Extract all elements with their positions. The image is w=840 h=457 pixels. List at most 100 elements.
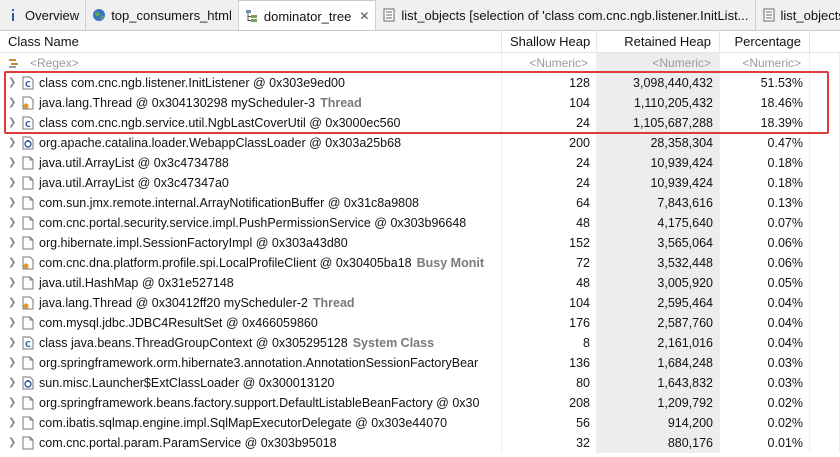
shallow-heap-cell: 56 — [502, 413, 597, 433]
close-icon[interactable]: ✕ — [359, 9, 369, 23]
class-name-cell[interactable]: ❯ org.hibernate.impl.SessionFactoryImpl @… — [0, 233, 502, 253]
table-row[interactable]: ❯ com.cnc.dna.platform.profile.spi.LocalP… — [0, 253, 840, 273]
expand-arrow-icon[interactable]: ❯ — [8, 313, 18, 333]
column-shallow-heap[interactable]: Shallow Heap — [502, 31, 597, 53]
retained-heap-cell: 2,161,016 — [597, 333, 720, 353]
expand-arrow-icon[interactable]: ❯ — [8, 93, 18, 113]
retained-heap-cell: 1,643,832 — [597, 373, 720, 393]
table-row[interactable]: ❯ java.lang.Thread @ 0x30412ff20 mySchedu… — [0, 293, 840, 313]
expand-arrow-icon[interactable]: ❯ — [8, 233, 18, 253]
expand-arrow-icon[interactable]: ❯ — [8, 333, 18, 353]
table-header: Class Name Shallow Heap Retained Heap Pe… — [0, 31, 840, 53]
percentage-cell: 18.46% — [720, 93, 810, 113]
class-name-cell[interactable]: ❯ java.util.HashMap @ 0x31e527148 — [0, 273, 502, 293]
class-name-cell[interactable]: ❯ org.springframework.orm.hibernate3.anno… — [0, 353, 502, 373]
tab-label: top_consumers_html — [111, 7, 232, 23]
class-name-cell[interactable]: ❯ sun.misc.Launcher$ExtClassLoader @ 0x30… — [0, 373, 502, 393]
table-icon — [382, 8, 396, 22]
table-row[interactable]: ❯ Cclass com.cnc.ngb.service.util.NgbLast… — [0, 113, 840, 133]
expand-arrow-icon[interactable]: ❯ — [8, 253, 18, 273]
svg-text:C: C — [25, 80, 31, 89]
svg-text:C: C — [25, 340, 31, 349]
thread-icon — [22, 296, 34, 310]
shallow-heap-cell: 104 — [502, 93, 597, 113]
expand-arrow-icon[interactable]: ❯ — [8, 373, 18, 393]
class-name-cell[interactable]: ❯ com.ibatis.sqlmap.engine.impl.SqlMapExe… — [0, 413, 502, 433]
expand-arrow-icon[interactable]: ❯ — [8, 413, 18, 433]
class-name-cell[interactable]: ❯ com.mysql.jdbc.JDBC4ResultSet @ 0x46605… — [0, 313, 502, 333]
row-extra-cell — [810, 373, 840, 393]
row-extra-cell — [810, 133, 840, 153]
column-class-name[interactable]: Class Name — [0, 31, 502, 53]
dominator-tree-table: ❯ Cclass com.cnc.ngb.listener.InitListene… — [0, 73, 840, 453]
class-name-cell[interactable]: ❯ org.springframework.beans.factory.suppo… — [0, 393, 502, 413]
tab-dominator-tree[interactable]: dominator_tree ✕ — [238, 0, 377, 30]
retained-heap-cell: 1,684,248 — [597, 353, 720, 373]
tree-icon — [245, 9, 259, 23]
percentage-cell: 0.18% — [720, 173, 810, 193]
object-label: org.springframework.orm.hibernate3.annot… — [39, 356, 479, 370]
object-label: com.cnc.dna.platform.profile.spi.LocalPr… — [39, 256, 412, 270]
column-retained-heap[interactable]: Retained Heap — [597, 31, 720, 53]
class-name-cell[interactable]: ❯ com.sun.jmx.remote.internal.ArrayNotifi… — [0, 193, 502, 213]
object-label: java.lang.Thread @ 0x304130298 mySchedul… — [39, 96, 316, 110]
retained-heap-cell: 914,200 — [597, 413, 720, 433]
table-row[interactable]: ❯ org.springframework.beans.factory.suppo… — [0, 393, 840, 413]
expand-arrow-icon[interactable]: ❯ — [8, 433, 18, 453]
table-row[interactable]: ❯ com.cnc.portal.param.ParamService @ 0x3… — [0, 433, 840, 453]
table-row[interactable]: ❯ org.apache.catalina.loader.WebappClassL… — [0, 133, 840, 153]
class-name-cell[interactable]: ❯ Cclass java.beans.ThreadGroupContext @ … — [0, 333, 502, 353]
filter-icon — [8, 57, 22, 69]
table-row[interactable]: ❯ Cclass java.beans.ThreadGroupContext @ … — [0, 333, 840, 353]
expand-arrow-icon[interactable]: ❯ — [8, 213, 18, 233]
class-name-cell[interactable]: ❯ Cclass com.cnc.ngb.listener.InitListene… — [0, 73, 502, 93]
column-percentage[interactable]: Percentage — [720, 31, 810, 53]
expand-arrow-icon[interactable]: ❯ — [8, 73, 18, 93]
table-row[interactable]: ❯ java.util.HashMap @ 0x31e527148 48 3,005,… — [0, 273, 840, 293]
table-row[interactable]: ❯ com.sun.jmx.remote.internal.ArrayNotifi… — [0, 193, 840, 213]
table-row[interactable]: ❯ sun.misc.Launcher$ExtClassLoader @ 0x30… — [0, 373, 840, 393]
tab-overview[interactable]: Overview — [0, 0, 87, 30]
class-name-cell[interactable]: ❯ com.cnc.portal.security.service.impl.Pu… — [0, 213, 502, 233]
expand-arrow-icon[interactable]: ❯ — [8, 173, 18, 193]
tab-list-objects-1[interactable]: list_objects [selection of 'class com.cn… — [376, 0, 756, 30]
table-row[interactable]: ❯ Cclass com.cnc.ngb.listener.InitListene… — [0, 73, 840, 93]
expand-arrow-icon[interactable]: ❯ — [8, 273, 18, 293]
table-row[interactable]: ❯ com.cnc.portal.security.service.impl.Pu… — [0, 213, 840, 233]
table-row[interactable]: ❯ java.lang.Thread @ 0x304130298 mySchedu… — [0, 93, 840, 113]
retained-heap-cell: 1,209,792 — [597, 393, 720, 413]
class-name-cell[interactable]: ❯ java.util.ArrayList @ 0x3c47347a0 — [0, 173, 502, 193]
expand-arrow-icon[interactable]: ❯ — [8, 293, 18, 313]
tab-list-objects-2[interactable]: list_objects [s — [756, 0, 840, 30]
shallow-heap-filter[interactable]: <Numeric> — [502, 53, 597, 73]
expand-arrow-icon[interactable]: ❯ — [8, 153, 18, 173]
table-row[interactable]: ❯ java.util.ArrayList @ 0x3c4734788 24 10,9… — [0, 153, 840, 173]
percentage-cell: 18.39% — [720, 113, 810, 133]
table-row[interactable]: ❯ java.util.ArrayList @ 0x3c47347a0 24 10,9… — [0, 173, 840, 193]
table-row[interactable]: ❯ com.ibatis.sqlmap.engine.impl.SqlMapExe… — [0, 413, 840, 433]
table-row[interactable]: ❯ org.springframework.orm.hibernate3.anno… — [0, 353, 840, 373]
object-annotation: System Class — [352, 336, 435, 350]
expand-arrow-icon[interactable]: ❯ — [8, 193, 18, 213]
class-name-cell[interactable]: ❯ com.cnc.dna.platform.profile.spi.LocalP… — [0, 253, 502, 273]
class-name-filter[interactable]: <Regex> — [0, 53, 502, 73]
percentage-filter[interactable]: <Numeric> — [720, 53, 810, 73]
table-row[interactable]: ❯ org.hibernate.impl.SessionFactoryImpl @… — [0, 233, 840, 253]
shallow-heap-cell: 8 — [502, 333, 597, 353]
expand-arrow-icon[interactable]: ❯ — [8, 133, 18, 153]
class-name-cell[interactable]: ❯ java.util.ArrayList @ 0x3c4734788 — [0, 153, 502, 173]
shallow-heap-cell: 200 — [502, 133, 597, 153]
class-name-cell[interactable]: ❯ org.apache.catalina.loader.WebappClassL… — [0, 133, 502, 153]
class-name-cell[interactable]: ❯ java.lang.Thread @ 0x304130298 mySchedu… — [0, 93, 502, 113]
table-row[interactable]: ❯ com.mysql.jdbc.JDBC4ResultSet @ 0x46605… — [0, 313, 840, 333]
expand-arrow-icon[interactable]: ❯ — [8, 393, 18, 413]
tab-top-consumers-html[interactable]: top_consumers_html — [86, 0, 239, 30]
class-name-cell[interactable]: ❯ com.cnc.portal.param.ParamService @ 0x3… — [0, 433, 502, 453]
expand-arrow-icon[interactable]: ❯ — [8, 353, 18, 373]
shallow-heap-cell: 208 — [502, 393, 597, 413]
retained-heap-filter[interactable]: <Numeric> — [597, 53, 720, 73]
percentage-cell: 0.01% — [720, 433, 810, 453]
expand-arrow-icon[interactable]: ❯ — [8, 113, 18, 133]
class-name-cell[interactable]: ❯ java.lang.Thread @ 0x30412ff20 mySchedu… — [0, 293, 502, 313]
class-name-cell[interactable]: ❯ Cclass com.cnc.ngb.service.util.NgbLast… — [0, 113, 502, 133]
